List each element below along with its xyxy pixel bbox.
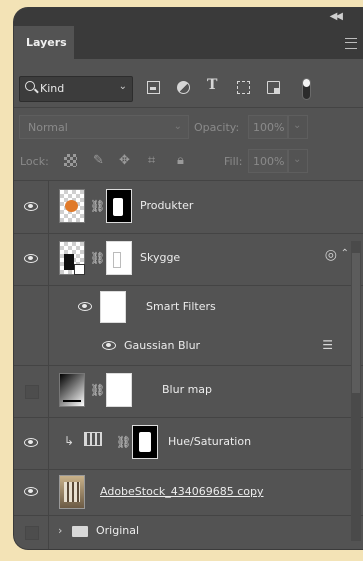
visibility-column (14, 285, 49, 329)
opacity-input[interactable]: 100% (248, 115, 288, 139)
chevron-down-icon: ⌄ (118, 81, 127, 92)
layer-name[interactable]: Hue/Saturation (168, 435, 251, 448)
filter-kind-label: Kind (40, 82, 65, 95)
chevron-down-icon: ⌄ (173, 121, 182, 132)
layer-mask-thumbnail[interactable] (106, 189, 132, 223)
layer-thumbnail[interactable] (59, 189, 85, 223)
visibility-column (14, 417, 49, 469)
fill-input[interactable]: 100% (248, 149, 288, 173)
tab-layers[interactable]: Layers (14, 26, 74, 59)
eye-icon[interactable] (24, 254, 38, 263)
link-icon[interactable]: ⛓ (90, 199, 105, 213)
lock-label: Lock: (20, 155, 49, 168)
shape-filter-icon[interactable] (237, 81, 250, 94)
layer-mask-thumbnail[interactable] (106, 373, 132, 407)
opacity-label: Opacity: (194, 121, 240, 134)
layer-row-produkter[interactable]: ⛓ Produkter (14, 181, 363, 234)
gaussian-blur-row[interactable]: Gaussian Blur ☰ (14, 329, 363, 366)
layer-group-original[interactable]: › Original (14, 515, 363, 549)
layer-mask-thumbnail[interactable] (132, 425, 158, 459)
adjustment-thumbnail[interactable] (59, 373, 85, 407)
eye-icon[interactable] (78, 302, 92, 311)
double-chevron-left-icon[interactable]: ◀◀ (330, 11, 343, 22)
smart-filter-mask-thumbnail[interactable] (100, 291, 126, 323)
chevron-down-icon: ⌄ (293, 154, 302, 165)
layer-name[interactable]: Produkter (140, 199, 193, 212)
tab-layers-label: Layers (26, 36, 67, 49)
panel-tab-bar: Layers (14, 26, 363, 59)
lock-image-pixels-icon[interactable]: ✎ (92, 154, 105, 167)
hue-saturation-adjustment-icon[interactable] (84, 432, 102, 446)
clipping-arrow-icon: ↳ (64, 434, 75, 448)
blend-mode-dropdown[interactable]: Normal ⌄ (19, 115, 189, 139)
scrollbar-thumb[interactable] (352, 253, 360, 393)
divider (14, 107, 363, 108)
filter-name[interactable]: Gaussian Blur (124, 339, 200, 352)
layer-row-adobestock-copy[interactable]: AdobeStock_434069685 copy (14, 469, 363, 516)
blend-mode-row: Normal ⌄ Opacity: 100% ⌄ (14, 115, 363, 139)
layer-thumbnail[interactable] (59, 475, 85, 509)
visibility-column (14, 365, 49, 417)
eye-icon[interactable] (24, 202, 38, 211)
layers-panel: ◀◀ Layers Kind ⌄ T Normal ⌄ Opacity: 100… (14, 8, 363, 549)
lock-artboard-icon[interactable]: ⌗ (145, 154, 158, 167)
pixel-filter-icon[interactable] (147, 81, 160, 94)
layers-list: ⛓ Produkter ⛓ Skygge ◎ ⌃ Smart Filters G… (14, 181, 363, 549)
folder-icon (72, 526, 88, 537)
fill-dropdown[interactable]: ⌄ (288, 149, 308, 173)
layer-mask-thumbnail[interactable] (106, 241, 132, 275)
fill-label: Fill: (224, 155, 243, 168)
layers-scrollbar[interactable] (351, 241, 361, 541)
lock-transparent-pixels-icon[interactable] (64, 154, 77, 167)
search-icon (25, 81, 35, 91)
layer-name[interactable]: AdobeStock_434069685 copy (100, 485, 264, 498)
smart-filters-label: Smart Filters (146, 300, 216, 313)
chevron-right-icon[interactable]: › (58, 524, 62, 537)
smart-object-icon: ◎ (324, 247, 337, 263)
link-icon[interactable]: ⛓ (90, 251, 105, 265)
chevron-up-icon[interactable]: ⌃ (341, 248, 349, 259)
eye-icon[interactable] (102, 341, 116, 350)
visibility-column (14, 515, 49, 549)
layer-row-skygge[interactable]: ⛓ Skygge ◎ ⌃ (14, 233, 363, 286)
smart-filters-row[interactable]: Smart Filters (14, 285, 363, 329)
visibility-column (14, 469, 49, 515)
layer-filter-row: Kind ⌄ T (14, 74, 363, 102)
layer-name[interactable]: Blur map (162, 383, 212, 396)
hamburger-menu-icon[interactable] (345, 38, 357, 49)
fill-value: 100% (253, 155, 285, 168)
eye-icon[interactable] (24, 438, 38, 447)
layer-name[interactable]: Skygge (140, 251, 180, 264)
opacity-value: 100% (253, 121, 285, 134)
layer-row-blur-map[interactable]: ⛓ Blur map (14, 365, 363, 418)
smart-object-filter-icon[interactable] (267, 81, 280, 94)
filter-kind-dropdown[interactable]: Kind ⌄ (19, 76, 133, 102)
type-filter-icon[interactable]: T (207, 77, 220, 93)
visibility-column (14, 233, 49, 285)
lock-position-icon[interactable]: ✥ (118, 154, 131, 167)
panel-header-strip: ◀◀ (14, 8, 363, 26)
link-icon[interactable]: ⛓ (116, 435, 131, 449)
link-icon[interactable]: ⛓ (90, 383, 105, 397)
filter-toggle-icon[interactable] (302, 78, 311, 100)
lock-all-icon[interactable]: 🔒︎ (174, 154, 187, 167)
visibility-column (14, 329, 49, 365)
layer-row-hue-saturation[interactable]: ↳ ⛓ Hue/Saturation (14, 417, 363, 470)
eye-icon[interactable] (24, 487, 38, 496)
lock-row: Lock: ✎ ✥ ⌗ 🔒︎ Fill: 100% ⌄ (14, 149, 363, 173)
chevron-down-icon: ⌄ (293, 120, 302, 131)
visibility-column (14, 181, 49, 233)
layer-thumbnail[interactable] (59, 241, 85, 275)
visibility-toggle-off[interactable] (25, 385, 39, 399)
layer-name[interactable]: Original (96, 524, 139, 537)
opacity-dropdown[interactable]: ⌄ (288, 115, 308, 139)
blend-mode-label: Normal (28, 121, 68, 134)
adjustment-filter-icon[interactable] (177, 81, 190, 94)
filter-blending-options-icon[interactable]: ☰ (322, 338, 333, 352)
visibility-toggle-off[interactable] (25, 526, 39, 540)
